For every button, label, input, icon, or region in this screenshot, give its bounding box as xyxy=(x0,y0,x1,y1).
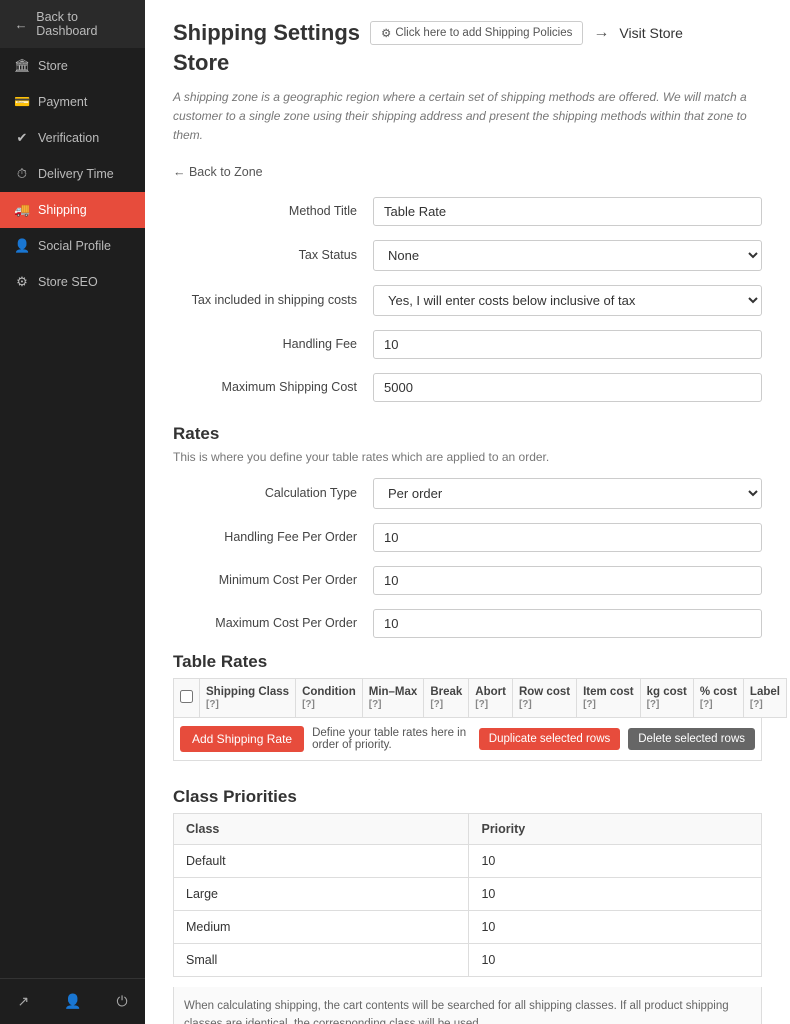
col-shipping-class: Shipping Class [?] xyxy=(200,678,296,717)
store-icon: 🏛 xyxy=(14,58,30,74)
col-condition: Condition [?] xyxy=(296,678,363,717)
social-icon: 👤 xyxy=(14,238,30,254)
tax-status-select[interactable]: None xyxy=(373,240,762,271)
rates-section-title: Rates xyxy=(173,424,762,444)
arrow-icon: → xyxy=(593,24,609,42)
max-cost-per-order-row: Maximum Cost Per Order xyxy=(173,609,762,638)
shipping-icon: 🚚 xyxy=(14,202,30,218)
class-cell: Large xyxy=(174,877,469,910)
sidebar-item-store-seo[interactable]: ⚙ Store SEO xyxy=(0,264,145,300)
power-icon[interactable]: ⏻ xyxy=(108,989,135,1014)
class-cell: Default xyxy=(174,844,469,877)
min-cost-per-order-row: Minimum Cost Per Order xyxy=(173,566,762,595)
add-shipping-policies-button[interactable]: ⚙ Click here to add Shipping Policies xyxy=(370,21,583,45)
payment-icon: 💳 xyxy=(14,94,30,110)
sidebar-item-payment[interactable]: 💳 Payment xyxy=(0,84,145,120)
col-min-max: Min–Max [?] xyxy=(362,678,424,717)
max-shipping-row: Maximum Shipping Cost xyxy=(173,373,762,402)
method-title-row: Method Title xyxy=(173,197,762,226)
rates-table: Shipping Class [?] Condition [?] Min–Max… xyxy=(173,678,787,718)
col-break: Break [?] xyxy=(424,678,469,717)
col-percent-cost: % cost [?] xyxy=(693,678,743,717)
table-rates-title: Table Rates xyxy=(173,652,762,672)
priority-cell: 10 xyxy=(469,910,762,943)
table-row: Medium 10 xyxy=(174,910,762,943)
page-title: Shipping Settings xyxy=(173,20,360,46)
handling-fee-label: Handling Fee xyxy=(173,337,373,351)
handling-fee-input[interactable] xyxy=(373,330,762,359)
sidebar-item-shipping[interactable]: 🚚 Shipping xyxy=(0,192,145,228)
method-title-label: Method Title xyxy=(173,204,373,218)
back-to-zone-link[interactable]: ← Back to Zone xyxy=(173,165,263,179)
verification-icon: ✔ xyxy=(14,130,30,146)
col-item-cost: Item cost [?] xyxy=(577,678,641,717)
back-icon: ← xyxy=(14,17,28,32)
priorities-class-col: Class xyxy=(174,813,469,844)
max-shipping-label: Maximum Shipping Cost xyxy=(173,380,373,394)
sidebar-item-social-profile[interactable]: 👤 Social Profile xyxy=(0,228,145,264)
delivery-icon: ⏱ xyxy=(14,166,30,182)
gear-small-icon: ⚙ xyxy=(381,26,391,40)
select-all-col xyxy=(174,678,200,717)
main-content-area: Shipping Settings ⚙ Click here to add Sh… xyxy=(145,0,790,1024)
handling-fee-per-order-label: Handling Fee Per Order xyxy=(173,530,373,544)
duplicate-rows-button[interactable]: Duplicate selected rows xyxy=(479,728,620,750)
external-link-icon[interactable]: ↗ xyxy=(9,989,37,1014)
visit-store-link[interactable]: Visit Store xyxy=(619,25,683,41)
handling-fee-row: Handling Fee xyxy=(173,330,762,359)
page-title-line2: Store xyxy=(173,50,762,76)
priority-cell: 10 xyxy=(469,877,762,910)
min-cost-per-order-label: Minimum Cost Per Order xyxy=(173,573,373,587)
col-abort: Abort [?] xyxy=(469,678,513,717)
priority-cell: 10 xyxy=(469,844,762,877)
seo-icon: ⚙ xyxy=(14,274,30,290)
tax-status-label: Tax Status xyxy=(173,248,373,262)
max-cost-per-order-label: Maximum Cost Per Order xyxy=(173,616,373,630)
page-header: Shipping Settings ⚙ Click here to add Sh… xyxy=(173,20,762,46)
tax-included-select[interactable]: Yes, I will enter costs below inclusive … xyxy=(373,285,762,316)
calculation-type-select[interactable]: Per order xyxy=(373,478,762,509)
rates-section-desc: This is where you define your table rate… xyxy=(173,450,762,464)
handling-fee-per-order-row: Handling Fee Per Order xyxy=(173,523,762,552)
table-row: Default 10 xyxy=(174,844,762,877)
priority-cell: 10 xyxy=(469,943,762,976)
priorities-priority-col: Priority xyxy=(469,813,762,844)
max-shipping-input[interactable] xyxy=(373,373,762,402)
calculation-type-label: Calculation Type xyxy=(173,486,373,500)
page-description: A shipping zone is a geographic region w… xyxy=(173,88,762,146)
tax-included-row: Tax included in shipping costs Yes, I wi… xyxy=(173,285,762,316)
class-cell: Medium xyxy=(174,910,469,943)
user-icon[interactable]: 👤 xyxy=(56,989,89,1014)
add-shipping-rate-button[interactable]: Add Shipping Rate xyxy=(180,726,304,752)
col-label: Label [?] xyxy=(743,678,786,717)
col-row-cost: Row cost [?] xyxy=(512,678,576,717)
sidebar-item-store[interactable]: 🏛 Store xyxy=(0,48,145,84)
table-row: Large 10 xyxy=(174,877,762,910)
tax-included-label: Tax included in shipping costs xyxy=(173,293,373,307)
class-priorities-title: Class Priorities xyxy=(173,787,762,807)
delete-rows-button[interactable]: Delete selected rows xyxy=(628,728,755,750)
tax-status-row: Tax Status None xyxy=(173,240,762,271)
col-kg-cost: kg cost [?] xyxy=(640,678,693,717)
priority-note: When calculating shipping, the cart cont… xyxy=(173,987,762,1024)
max-cost-per-order-input[interactable] xyxy=(373,609,762,638)
min-cost-per-order-input[interactable] xyxy=(373,566,762,595)
calculation-type-row: Calculation Type Per order xyxy=(173,478,762,509)
sidebar-item-verification[interactable]: ✔ Verification xyxy=(0,120,145,156)
rates-hint: Define your table rates here in order of… xyxy=(312,727,471,751)
table-row: Small 10 xyxy=(174,943,762,976)
sidebar-item-delivery-time[interactable]: ⏱ Delivery Time xyxy=(0,156,145,192)
class-cell: Small xyxy=(174,943,469,976)
sidebar: ← Back to Dashboard 🏛 Store 💳 Payment ✔ … xyxy=(0,0,145,1024)
sidebar-bottom: ↗ 👤 ⏻ xyxy=(0,978,145,1024)
sidebar-item-back-dashboard[interactable]: ← Back to Dashboard xyxy=(0,0,145,48)
rates-actions-bar: Add Shipping Rate Define your table rate… xyxy=(173,718,762,761)
select-all-checkbox[interactable] xyxy=(180,690,193,703)
handling-fee-per-order-input[interactable] xyxy=(373,523,762,552)
priorities-table: Class Priority Default 10 Large 10 Mediu… xyxy=(173,813,762,977)
method-title-input[interactable] xyxy=(373,197,762,226)
